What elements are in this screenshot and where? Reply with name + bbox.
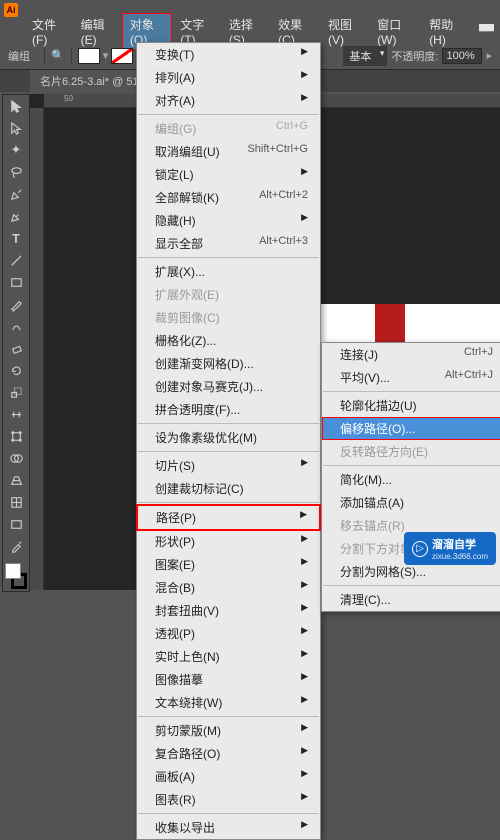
rectangle-tool[interactable] bbox=[3, 271, 29, 293]
play-icon: ▷ bbox=[412, 541, 428, 557]
width-tool[interactable] bbox=[3, 403, 29, 425]
menu-item[interactable]: 栅格化(Z)... bbox=[137, 329, 320, 352]
menu-item[interactable]: 连接(J)Ctrl+J bbox=[322, 343, 500, 366]
gradient-tool[interactable] bbox=[3, 513, 29, 535]
paintbrush-tool[interactable] bbox=[3, 293, 29, 315]
menu-item[interactable]: 画板(A)▶ bbox=[137, 765, 320, 788]
menu-help[interactable]: 帮助(H) bbox=[421, 13, 471, 50]
menu-item[interactable]: 形状(P)▶ bbox=[137, 530, 320, 553]
menu-edit[interactable]: 编辑(E) bbox=[73, 13, 122, 50]
pen-tool[interactable] bbox=[3, 183, 29, 205]
search-icon[interactable]: 🔍 bbox=[51, 49, 65, 62]
eyedropper-tool[interactable] bbox=[3, 535, 29, 557]
menu-item: 反转路径方向(E) bbox=[322, 440, 500, 463]
menu-item[interactable]: 扩展(X)... bbox=[137, 260, 320, 283]
menu-item: 裁剪图像(C) bbox=[137, 306, 320, 329]
menu-item[interactable]: 轮廓化描边(U) bbox=[322, 394, 500, 417]
menu-item[interactable]: 图像描摹▶ bbox=[137, 668, 320, 691]
magic-wand-tool[interactable]: ✦ bbox=[3, 139, 29, 161]
rotate-tool[interactable] bbox=[3, 359, 29, 381]
menu-item[interactable]: 偏移路径(O)... bbox=[322, 417, 500, 440]
menu-item[interactable]: 剪切蒙版(M)▶ bbox=[137, 719, 320, 742]
type-tool[interactable]: T bbox=[3, 227, 29, 249]
fill-swatch[interactable] bbox=[78, 48, 100, 64]
menu-item[interactable]: 路径(P)▶ bbox=[138, 506, 319, 529]
shaper-tool[interactable] bbox=[3, 315, 29, 337]
menu-overflow-icon[interactable]: ▀▀ bbox=[471, 21, 500, 41]
stroke-swatch[interactable] bbox=[111, 48, 133, 64]
eraser-tool[interactable] bbox=[3, 337, 29, 359]
menu-item[interactable]: 隐藏(H)▶ bbox=[137, 209, 320, 232]
menu-item[interactable]: 平均(V)...Alt+Ctrl+J bbox=[322, 366, 500, 389]
fill-stroke-indicator[interactable] bbox=[3, 561, 29, 591]
path-submenu-dropdown: 连接(J)Ctrl+J平均(V)...Alt+Ctrl+J 轮廓化描边(U)偏移路… bbox=[321, 342, 500, 612]
menu-item[interactable]: 混合(B)▶ bbox=[137, 576, 320, 599]
mesh-tool[interactable] bbox=[3, 491, 29, 513]
menu-item[interactable]: 封套扭曲(V)▶ bbox=[137, 599, 320, 622]
ruler-vertical bbox=[30, 108, 44, 590]
menu-item: 编组(G)Ctrl+G bbox=[137, 117, 320, 140]
perspective-grid-tool[interactable] bbox=[3, 469, 29, 491]
menu-item[interactable]: 收集以导出▶ bbox=[137, 816, 320, 839]
menu-item[interactable]: 添加锚点(A) bbox=[322, 491, 500, 514]
menu-item[interactable]: 锁定(L)▶ bbox=[137, 163, 320, 186]
menu-item[interactable]: 复合路径(O)▶ bbox=[137, 742, 320, 765]
tool-panel: ✦ T bbox=[2, 94, 30, 592]
menu-item[interactable]: 创建对象马赛克(J)... bbox=[137, 375, 320, 398]
curvature-tool[interactable] bbox=[3, 205, 29, 227]
graphic-style-dropdown[interactable]: 基本 bbox=[343, 46, 387, 66]
menu-item[interactable]: 拼合透明度(F)... bbox=[137, 398, 320, 421]
menu-window[interactable]: 窗口(W) bbox=[369, 13, 421, 50]
menu-bar: 文件(F) 编辑(E) 对象(O) 文字(T) 选择(S) 效果(C) 视图(V… bbox=[0, 20, 500, 42]
free-transform-tool[interactable] bbox=[3, 425, 29, 447]
menu-item[interactable]: 排列(A)▶ bbox=[137, 66, 320, 89]
menu-item[interactable]: 设为像素级优化(M) bbox=[137, 426, 320, 449]
menu-item[interactable]: 实时上色(N)▶ bbox=[137, 645, 320, 668]
app-logo-icon: Ai bbox=[4, 3, 18, 17]
direct-selection-tool[interactable] bbox=[3, 117, 29, 139]
artwork-element bbox=[375, 304, 405, 344]
selection-type-label: 编组 bbox=[8, 48, 30, 64]
menu-item: 扩展外观(E) bbox=[137, 283, 320, 306]
menu-file[interactable]: 文件(F) bbox=[24, 13, 73, 50]
menu-item[interactable]: 清理(C)... bbox=[322, 588, 500, 611]
watermark-brand: 溜溜自学 bbox=[432, 536, 488, 552]
menu-item[interactable]: 全部解锁(K)Alt+Ctrl+2 bbox=[137, 186, 320, 209]
line-tool[interactable] bbox=[3, 249, 29, 271]
menu-item[interactable]: 变换(T)▶ bbox=[137, 43, 320, 66]
menu-item[interactable]: 对齐(A)▶ bbox=[137, 89, 320, 112]
object-menu-dropdown: 变换(T)▶排列(A)▶对齐(A)▶ 编组(G)Ctrl+G取消编组(U)Shif… bbox=[136, 42, 321, 840]
menu-item[interactable]: 创建渐变网格(D)... bbox=[137, 352, 320, 375]
menu-item[interactable]: 取消编组(U)Shift+Ctrl+G bbox=[137, 140, 320, 163]
menu-item[interactable]: 显示全部Alt+Ctrl+3 bbox=[137, 232, 320, 255]
opacity-label: 不透明度: bbox=[391, 48, 438, 64]
watermark-badge: ▷ 溜溜自学 zixue.3d66.com bbox=[404, 532, 496, 565]
menu-item[interactable]: 图案(E)▶ bbox=[137, 553, 320, 576]
opacity-input[interactable] bbox=[442, 48, 482, 64]
menu-item[interactable]: 图表(R)▶ bbox=[137, 788, 320, 811]
menu-item[interactable]: 切片(S)▶ bbox=[137, 454, 320, 477]
menu-item[interactable]: 简化(M)... bbox=[322, 468, 500, 491]
fill-color-icon[interactable] bbox=[5, 563, 21, 579]
shape-builder-tool[interactable] bbox=[3, 447, 29, 469]
lasso-tool[interactable] bbox=[3, 161, 29, 183]
menu-view[interactable]: 视图(V) bbox=[320, 13, 369, 50]
menu-item[interactable]: 文本绕排(W)▶ bbox=[137, 691, 320, 714]
menu-item[interactable]: 创建裁切标记(C) bbox=[137, 477, 320, 500]
watermark-url: zixue.3d66.com bbox=[432, 552, 488, 561]
scale-tool[interactable] bbox=[3, 381, 29, 403]
selection-tool[interactable] bbox=[3, 95, 29, 117]
menu-item[interactable]: 透视(P)▶ bbox=[137, 622, 320, 645]
